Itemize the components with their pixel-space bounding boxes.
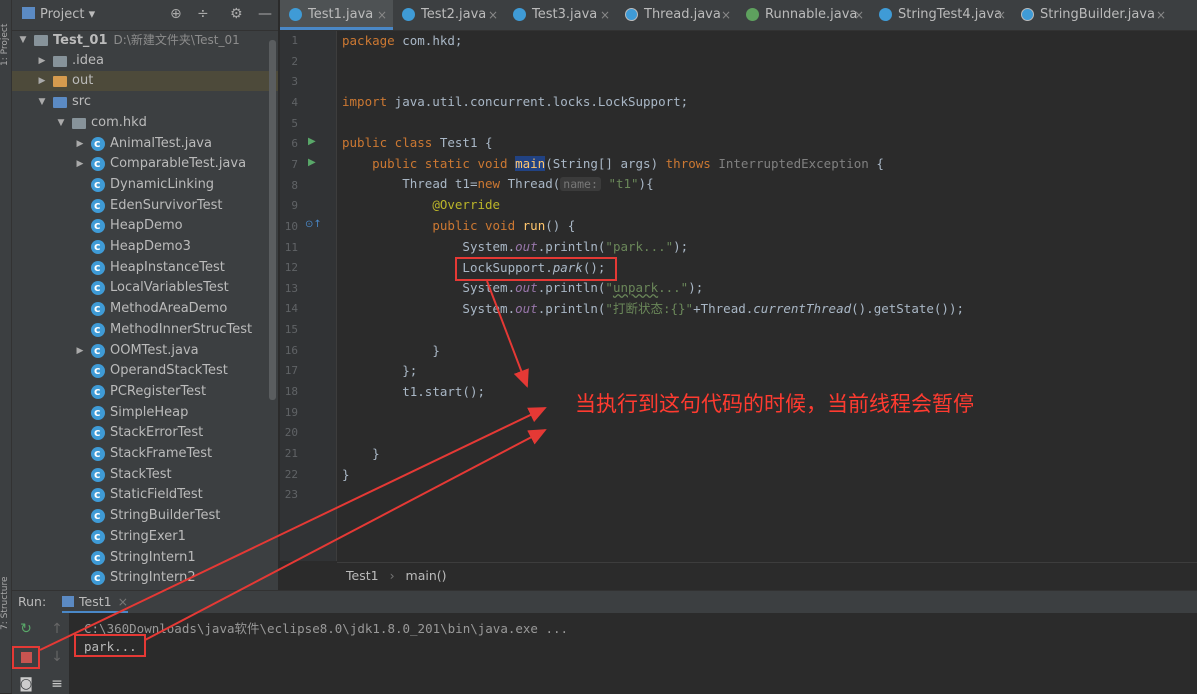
arrow-from-console: [144, 429, 547, 641]
annotation-text: 当执行到这句代码的时候，当前线程会暂停: [575, 392, 974, 416]
arrow-to-annotation: [486, 280, 529, 388]
arrow-from-stop-button: [39, 407, 547, 651]
annotation-arrows: [39, 280, 547, 651]
